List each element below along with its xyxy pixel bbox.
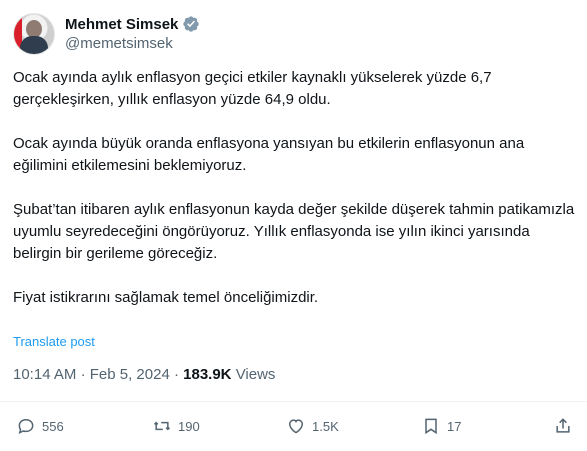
meta-separator: · [173, 366, 179, 383]
like-count: 1.5K [312, 418, 339, 434]
share-icon [556, 418, 570, 433]
reply-count: 556 [42, 418, 64, 434]
tweet-paragraph: Ocak ayında büyük oranda enflasyona yans… [13, 135, 525, 174]
like-button[interactable]: 1.5K [286, 416, 339, 436]
bookmark-icon [425, 418, 437, 435]
tweet-text: Ocak ayında aylık enflasyon geçici etkil… [13, 67, 578, 331]
heart-icon [288, 419, 304, 434]
verified-badge-icon[interactable] [182, 15, 200, 33]
tweet-paragraph: Fiyat istikrarını sağlamak temel önceliğ… [13, 289, 319, 306]
author-names: Mehmet Simsek @memetsimsek [65, 15, 200, 52]
tweet-paragraph: Şubat’tan itibaren aylık enflasyonun kay… [13, 201, 575, 262]
avatar-flag-decoration [14, 14, 22, 54]
name-row: Mehmet Simsek [65, 15, 200, 33]
tweet-meta: 10:14 AM · Feb 5, 2024 · 183.9K Views [13, 366, 275, 383]
views-count: 183.9K [183, 366, 232, 383]
avatar[interactable] [13, 13, 55, 55]
reply-icon [18, 418, 34, 435]
divider [0, 401, 587, 402]
author-display-name[interactable]: Mehmet Simsek [65, 16, 178, 33]
tweet-time[interactable]: 10:14 AM [13, 366, 76, 383]
translate-post-link[interactable]: Translate post [13, 334, 95, 349]
tweet-date[interactable]: Feb 5, 2024 [90, 366, 170, 383]
meta-separator: · [80, 366, 86, 383]
repost-icon [153, 421, 171, 431]
bookmark-count: 17 [447, 418, 462, 434]
tweet-paragraph: Ocak ayında aylık enflasyon geçici etkil… [13, 69, 492, 108]
share-button[interactable] [553, 416, 579, 436]
reply-button[interactable]: 556 [16, 416, 64, 436]
repost-count: 190 [178, 418, 200, 434]
author-handle[interactable]: @memetsimsek [65, 35, 200, 52]
repost-button[interactable]: 190 [152, 416, 200, 436]
action-bar: 556 190 1.5K 17 [0, 416, 587, 440]
tweet-header: Mehmet Simsek @memetsimsek [13, 13, 200, 55]
views-label: Views [235, 366, 276, 383]
bookmark-button[interactable]: 17 [421, 416, 461, 436]
